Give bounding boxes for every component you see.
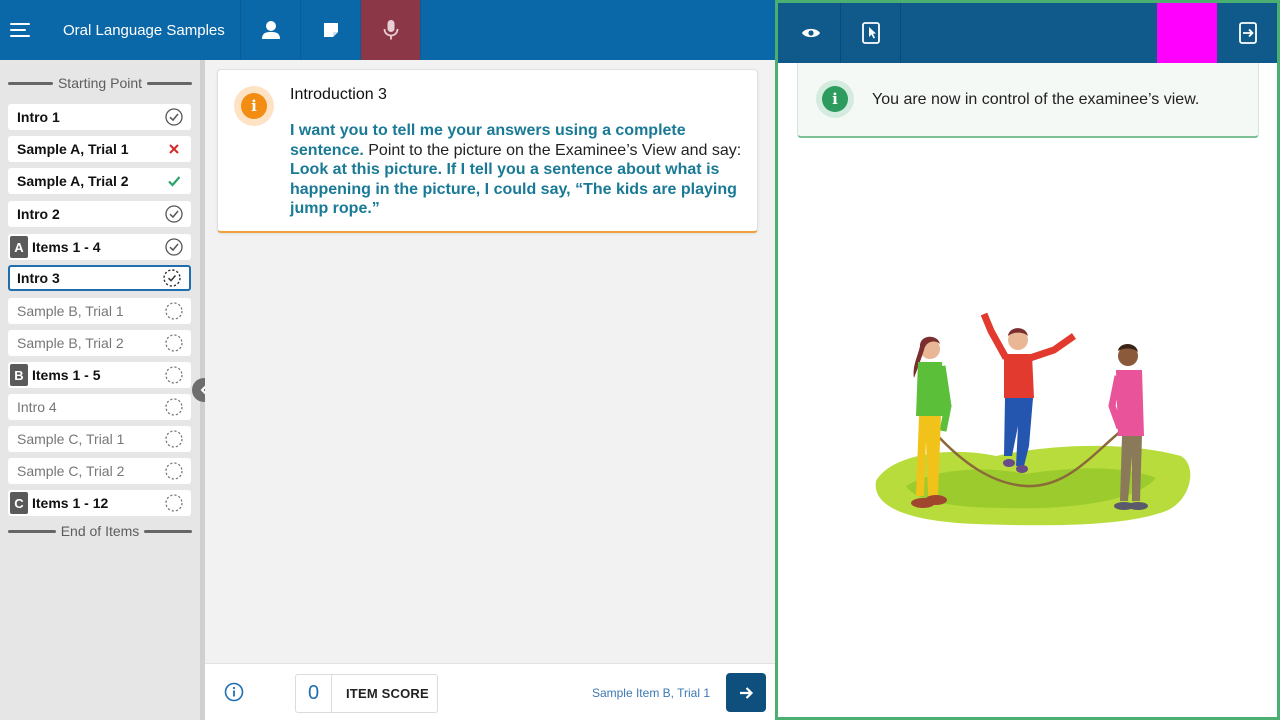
app-title: Oral Language Samples: [42, 0, 241, 60]
sidebar-item-intro-3[interactable]: Intro 3: [8, 265, 191, 291]
highlight-region: [1157, 3, 1217, 63]
note-icon: [323, 23, 338, 37]
sidebar-item-label: Sample C, Trial 1: [17, 431, 125, 447]
info-alert-icon: i: [234, 86, 274, 126]
card-emphasis-text: Look at this picture. If I tell you a se…: [290, 161, 737, 217]
control-view-button[interactable]: [841, 3, 901, 63]
exit-screen-icon: [1239, 22, 1257, 44]
end-of-items-label: End of Items: [60, 523, 140, 539]
sidebar-item-label: Sample B, Trial 1: [17, 303, 124, 319]
sidebar-item-label: Items 1 - 12: [32, 495, 109, 511]
sidebar-item-sample-a-trial-1[interactable]: Sample A, Trial 1: [8, 136, 191, 162]
sidebar-item-label: Sample A, Trial 2: [17, 173, 129, 189]
item-score-field[interactable]: 0 ITEM SCORE: [295, 674, 438, 713]
sidebar-item-label: Sample B, Trial 2: [17, 335, 124, 351]
scoring-bar: 0 ITEM SCORE Sample Item B, Trial 1: [205, 663, 775, 720]
next-item-button[interactable]: [726, 673, 766, 712]
sidebar-item-items-1-12[interactable]: C Items 1 - 12: [8, 490, 191, 516]
sidebar-item-label: Intro 4: [17, 399, 57, 415]
exit-examinee-view-button[interactable]: [1218, 3, 1278, 63]
hamburger-icon: [10, 23, 30, 37]
check-circle-icon: [165, 238, 183, 256]
notes-button[interactable]: [301, 0, 361, 60]
examinee-toolbar: [778, 3, 1277, 63]
section-letter-badge: B: [10, 364, 28, 386]
item-score-value[interactable]: 0: [296, 675, 332, 712]
eye-icon: [801, 28, 820, 38]
examiner-button[interactable]: [241, 0, 301, 60]
sidebar-item-sample-b-trial-2[interactable]: Sample B, Trial 2: [8, 330, 191, 356]
section-letter-badge: C: [10, 492, 28, 514]
sidebar-item-items-1-4[interactable]: A Items 1 - 4: [8, 234, 191, 260]
jump-rope-illustration: [875, 312, 1191, 526]
sidebar-item-label: Sample A, Trial 1: [17, 141, 129, 157]
pending-circle-icon: [165, 430, 183, 448]
sidebar-item-sample-c-trial-2[interactable]: Sample C, Trial 2: [8, 458, 191, 484]
sidebar-item-sample-c-trial-1[interactable]: Sample C, Trial 1: [8, 426, 191, 452]
incorrect-x-icon: [165, 140, 183, 158]
card-plain-text: Point to the picture on the Examinee’s V…: [363, 141, 742, 159]
card-body: I want you to tell me your answers using…: [290, 121, 745, 219]
sidebar-item-label: Intro 3: [17, 270, 60, 286]
sidebar-item-intro-4[interactable]: Intro 4: [8, 394, 191, 420]
person-icon: [261, 21, 280, 39]
item-score-label: ITEM SCORE: [346, 686, 429, 701]
card-title: Introduction 3: [290, 86, 387, 103]
control-notice: i You are now in control of the examinee…: [797, 63, 1259, 138]
sidebar-item-label: Intro 2: [17, 206, 60, 222]
control-notice-text: You are now in control of the examinee’s…: [872, 91, 1200, 108]
sidebar-item-intro-2[interactable]: Intro 2: [8, 201, 191, 227]
end-of-items-divider: End of Items: [0, 523, 200, 539]
view-button[interactable]: [781, 3, 841, 63]
pending-circle-icon: [165, 334, 183, 352]
check-circle-icon: [165, 108, 183, 126]
microphone-icon: [383, 20, 398, 40]
section-letter-badge: A: [10, 236, 28, 258]
pending-circle-icon: [165, 494, 183, 512]
pending-circle-icon: [165, 462, 183, 480]
sidebar-item-label: Sample C, Trial 2: [17, 463, 125, 479]
tablet-pointer-icon: [861, 22, 880, 44]
check-circle-icon: [165, 205, 183, 223]
sidebar-item-items-1-5[interactable]: B Items 1 - 5: [8, 362, 191, 388]
pending-circle-icon: [165, 302, 183, 320]
instruction-pane: i Introduction 3 I want you to tell me y…: [205, 60, 775, 663]
menu-button[interactable]: [0, 0, 42, 60]
arrow-right-icon: [740, 686, 754, 699]
instruction-card: i Introduction 3 I want you to tell me y…: [217, 69, 758, 233]
sidebar-item-sample-a-trial-2[interactable]: Sample A, Trial 2: [8, 168, 191, 194]
sidebar-item-sample-b-trial-1[interactable]: Sample B, Trial 1: [8, 298, 191, 324]
record-button[interactable]: [361, 0, 421, 60]
info-success-icon: i: [816, 80, 854, 118]
item-sidebar: Starting Point Intro 1 Sample A, Trial 1…: [0, 60, 200, 720]
sidebar-item-label: Intro 1: [17, 109, 60, 125]
sidebar-item-label: Items 1 - 4: [32, 239, 101, 255]
examinee-view-pane: i You are now in control of the examinee…: [775, 0, 1280, 720]
sidebar-item-label: Items 1 - 5: [32, 367, 101, 383]
pending-circle-icon: [165, 366, 183, 384]
next-item-label: Sample Item B, Trial 1: [591, 686, 710, 700]
examiner-toolbar: Oral Language Samples: [0, 0, 775, 60]
sidebar-item-intro-1[interactable]: Intro 1: [8, 104, 191, 130]
in-progress-icon: [163, 269, 181, 287]
pending-circle-icon: [165, 398, 183, 416]
correct-check-icon: [165, 172, 183, 190]
starting-point-label: Starting Point: [57, 75, 143, 91]
info-icon[interactable]: [224, 682, 244, 702]
starting-point-divider: Starting Point: [0, 75, 200, 91]
